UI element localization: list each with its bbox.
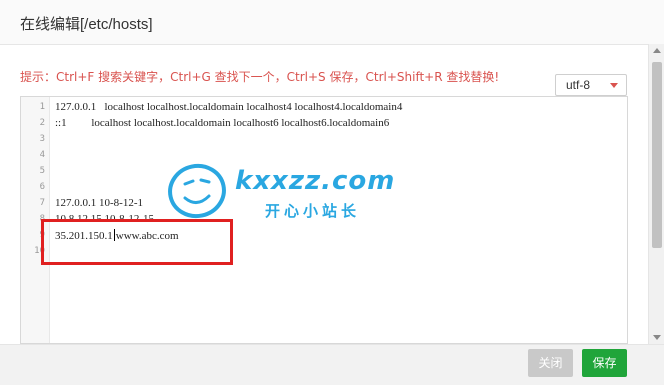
smiley-face-icon <box>168 163 226 219</box>
code-line-active[interactable]: 35.201.150.1 www.abc.com <box>55 229 179 242</box>
code-line[interactable]: ::1 localhost localhost.localdomain loca… <box>55 117 389 129</box>
scrollbar-thumb[interactable] <box>652 62 662 248</box>
shortcut-tip: 提示：Ctrl+F 搜索关键字，Ctrl+G 查找下一个，Ctrl+S 保存，C… <box>20 70 500 84</box>
close-button[interactable]: 关闭 <box>528 349 573 377</box>
watermark-domain: kxxzz.com <box>235 166 396 196</box>
vertical-scrollbar[interactable] <box>648 44 664 344</box>
hostname: www.abc.com <box>115 230 179 242</box>
line-number: 6 <box>39 182 45 192</box>
code-line[interactable]: 10.8.12.15 10-8-12-15 <box>55 213 154 225</box>
scroll-down-icon[interactable] <box>653 335 661 340</box>
line-number-gutter: 1 2 3 4 5 6 7 8 9 10 <box>21 97 50 343</box>
code-line[interactable]: 127.0.0.1 10-8-12-1 <box>55 197 143 209</box>
line-number: 10 <box>34 246 45 256</box>
dialog-title-bar[interactable]: 在线编辑[/etc/hosts] <box>0 0 664 45</box>
line-number: 4 <box>39 150 45 160</box>
save-button[interactable]: 保存 <box>582 349 627 377</box>
scroll-up-icon[interactable] <box>653 48 661 53</box>
line-number: 3 <box>39 134 45 144</box>
dialog-title: 在线编辑[/etc/hosts] <box>20 16 153 33</box>
edit-dialog: 在线编辑[/etc/hosts] 提示：Ctrl+F 搜索关键字，Ctrl+G … <box>0 0 664 385</box>
encoding-value: utf-8 <box>566 78 591 92</box>
line-number: 7 <box>39 198 45 208</box>
line-number: 1 <box>39 102 45 112</box>
ip-address: 35.201.150.1 <box>55 230 113 242</box>
line-number: 5 <box>39 166 45 176</box>
chevron-down-icon <box>610 83 618 88</box>
line-number: 9 <box>39 230 45 240</box>
line-number: 2 <box>39 118 45 128</box>
line-number: 8 <box>39 214 45 224</box>
watermark-subtitle: 开心小站长 <box>265 202 361 220</box>
encoding-select[interactable]: utf-8 <box>555 74 627 96</box>
watermark: kxxzz.com 开心小站长 <box>165 160 425 230</box>
code-line[interactable]: 127.0.0.1 localhost localhost.localdomai… <box>55 101 402 113</box>
text-cursor <box>113 229 115 241</box>
